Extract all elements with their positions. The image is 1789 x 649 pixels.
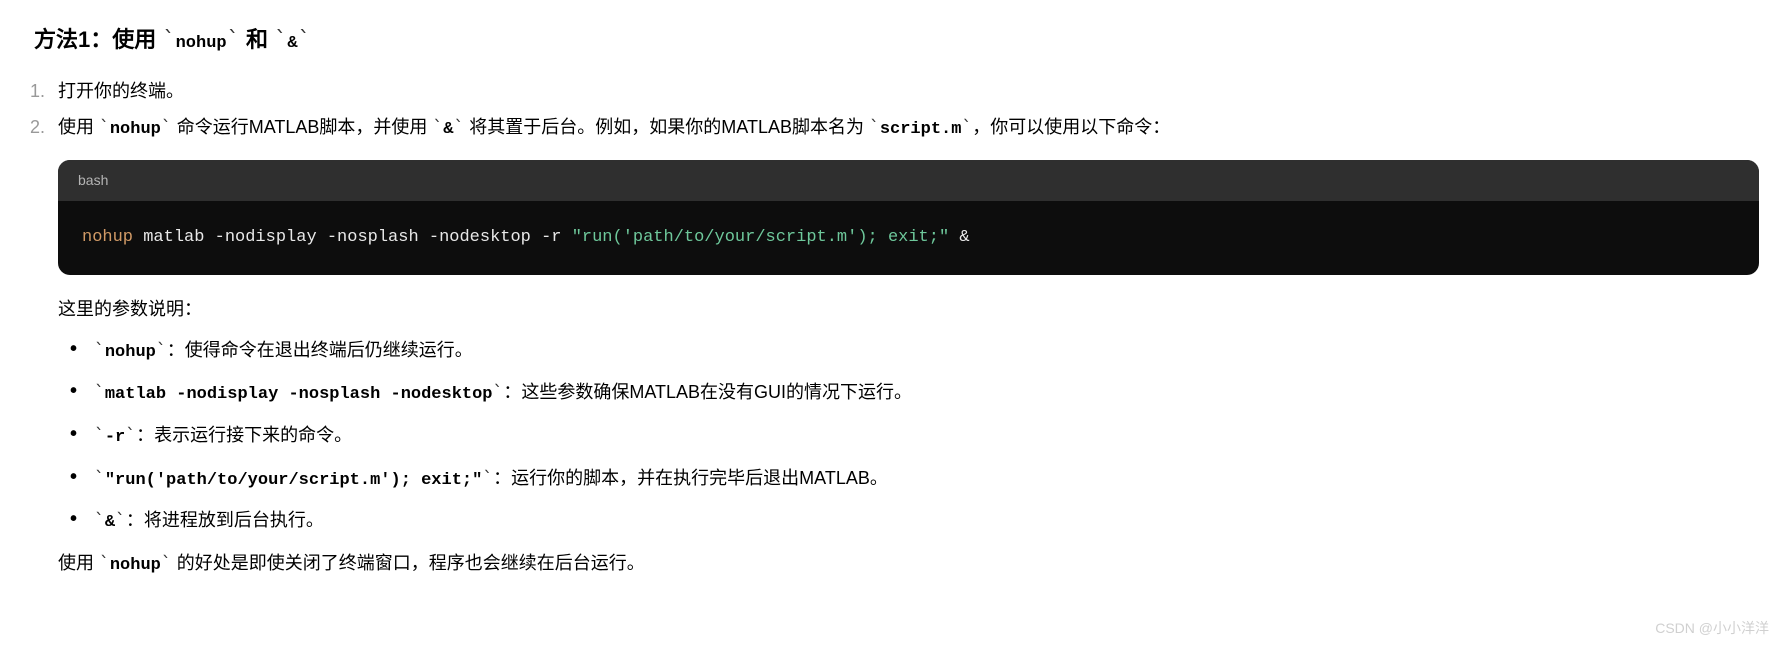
- backtick: `: [432, 117, 443, 138]
- backtick: `: [99, 553, 110, 574]
- bullet-desc: ：运行你的脚本，并在执行完毕后退出MATLAB。: [493, 468, 888, 488]
- backtick: `: [125, 425, 136, 446]
- closing-code-nohup: nohup: [110, 556, 161, 575]
- bullet-code: -r: [105, 428, 125, 447]
- section-heading: 方法1：使用 `nohup` 和 `&`: [34, 20, 1759, 61]
- t: 的好处是即使关闭了终端窗口，程序也会继续在后台运行。: [172, 553, 645, 573]
- code-token-command: nohup: [82, 228, 133, 247]
- backtick: `: [94, 340, 105, 361]
- bullet-desc: ：这些参数确保MATLAB在没有GUI的情况下运行。: [503, 382, 912, 402]
- backtick: `: [156, 340, 167, 361]
- backtick: `: [162, 28, 175, 53]
- code-token-body: matlab -nodisplay -nosplash -nodesktop -…: [133, 228, 572, 247]
- t: 命令运行MATLAB脚本，并使用: [172, 117, 433, 137]
- t: 使用: [58, 117, 99, 137]
- bullet-ampersand: `&`：将进程放到后台执行。: [86, 504, 1759, 539]
- bullet-desc: ：使得命令在退出终端后仍继续运行。: [167, 340, 473, 360]
- ordered-steps-list: 打开你的终端。 使用 `nohup` 命令运行MATLAB脚本，并使用 `&` …: [30, 75, 1759, 582]
- t: 将其置于后台。例如，如果你的MATLAB脚本名为: [464, 117, 869, 137]
- bullet-r-flag: `-r`：表示运行接下来的命令。: [86, 419, 1759, 454]
- bullet-run-exit: `"run('path/to/your/script.m'); exit;"`：…: [86, 462, 1759, 497]
- backtick: `: [493, 382, 504, 403]
- closing-paragraph: 使用 `nohup` 的好处是即使关闭了终端窗口，程序也会继续在后台运行。: [58, 547, 1759, 582]
- bullet-code: nohup: [105, 343, 156, 362]
- backtick: `: [94, 425, 105, 446]
- backtick: `: [869, 117, 880, 138]
- inline-code-amp: &: [443, 120, 453, 139]
- heading-code-nohup: nohup: [176, 34, 227, 53]
- backtick: `: [227, 28, 240, 53]
- backtick: `: [453, 117, 464, 138]
- bullet-code: "run('path/to/your/script.m'); exit;": [105, 471, 482, 490]
- bullet-nohup: `nohup`：使得命令在退出终端后仍继续运行。: [86, 334, 1759, 369]
- inline-code-scriptm: script.m: [880, 120, 962, 139]
- watermark: CSDN @小小洋洋: [1655, 616, 1769, 641]
- code-block-lang-label: bash: [58, 160, 1759, 201]
- bullet-code: matlab -nodisplay -nosplash -nodesktop: [105, 385, 493, 404]
- param-description-heading: 这里的参数说明：: [58, 293, 1759, 325]
- backtick: `: [94, 382, 105, 403]
- param-bullet-list: `nohup`：使得命令在退出终端后仍继续运行。 `matlab -nodisp…: [58, 334, 1759, 539]
- t: 使用: [58, 553, 99, 573]
- code-token-string: "run('path/to/your/script.m'); exit;": [572, 228, 949, 247]
- bullet-desc: ：表示运行接下来的命令。: [136, 425, 352, 445]
- bullet-desc: ：将进程放到后台执行。: [126, 510, 324, 530]
- backtick: `: [99, 117, 110, 138]
- code-block: bash nohup matlab -nodisplay -nosplash -…: [58, 160, 1759, 276]
- backtick: `: [482, 468, 493, 489]
- backtick: `: [298, 28, 311, 53]
- bullet-code: &: [105, 513, 115, 532]
- backtick: `: [161, 117, 172, 138]
- step-item-1: 打开你的终端。: [30, 75, 1759, 107]
- backtick: `: [961, 117, 972, 138]
- heading-text-prefix: 方法1：使用: [34, 27, 162, 52]
- backtick: `: [161, 553, 172, 574]
- step-1-text: 打开你的终端。: [58, 81, 184, 101]
- t: ，你可以使用以下命令：: [972, 117, 1170, 137]
- backtick: `: [115, 510, 126, 531]
- backtick: `: [94, 468, 105, 489]
- heading-text-mid: 和: [240, 27, 274, 52]
- inline-code-nohup: nohup: [110, 120, 161, 139]
- heading-code-amp: &: [287, 34, 297, 53]
- backtick: `: [274, 28, 287, 53]
- backtick: `: [94, 510, 105, 531]
- bullet-matlab-flags: `matlab -nodisplay -nosplash -nodesktop`…: [86, 376, 1759, 411]
- step-2-text: 使用 `nohup` 命令运行MATLAB脚本，并使用 `&` 将其置于后台。例…: [58, 117, 1170, 137]
- code-block-content[interactable]: nohup matlab -nodisplay -nosplash -nodes…: [58, 201, 1759, 276]
- step-item-2: 使用 `nohup` 命令运行MATLAB脚本，并使用 `&` 将其置于后台。例…: [30, 111, 1759, 581]
- code-token-tail: &: [949, 228, 969, 247]
